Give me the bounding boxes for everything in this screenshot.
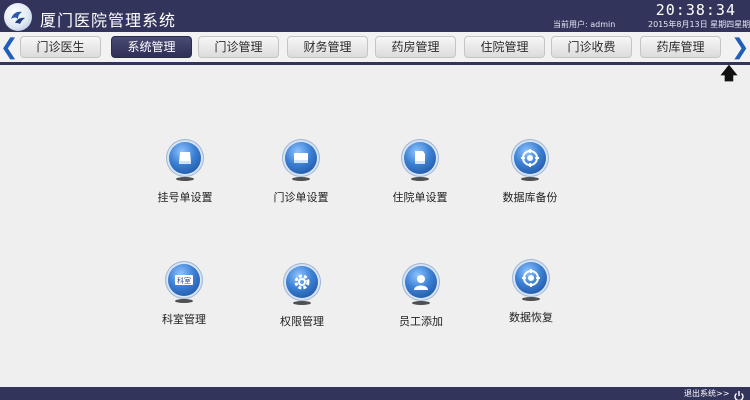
registration-form-icon (169, 142, 201, 174)
function-label: 门诊单设置 (273, 191, 329, 204)
function-label: 数据库备份 (502, 191, 558, 204)
icon-shadow (293, 301, 311, 305)
icon-shadow (411, 177, 429, 181)
function-label: 权限管理 (280, 315, 324, 328)
current-date: 2015年8月13日 星期四星期 (648, 20, 750, 29)
tab-pharmacy-management[interactable]: 药房管理 (375, 36, 456, 58)
database-backup-button[interactable]: 数据库备份 (480, 142, 580, 206)
inpatient-settings-button[interactable]: 住院单设置 (370, 142, 470, 206)
add-staff-button[interactable]: 员工添加 (371, 266, 471, 330)
tab-outpatient-billing[interactable]: 门诊收费 (551, 36, 632, 58)
function-label: 员工添加 (399, 315, 443, 328)
arrow-up-icon[interactable]: 🡅 (719, 65, 739, 83)
icon-shadow (522, 297, 540, 301)
icon-shadow (412, 301, 430, 305)
app-title: 厦门医院管理系统 (40, 11, 177, 30)
permission-gear-icon (286, 266, 318, 298)
status-footer: 退出系统>> (0, 387, 750, 400)
chevron-left-icon[interactable]: ❮ (0, 34, 18, 62)
icon-shadow (176, 177, 194, 181)
app-header: 厦门医院管理系统 20:38:34 当前用户: admin 2015年8月13日… (0, 0, 750, 32)
department-icon-text: 科室 (177, 276, 191, 285)
icon-shadow (292, 177, 310, 181)
department-icon: 科室 (168, 264, 200, 296)
module-tab-bar: ❮ 门诊医生 系统管理 门诊管理 财务管理 药房管理 住院管理 门诊收费 药库管… (0, 32, 750, 65)
tab-system-management[interactable]: 系统管理 (111, 36, 192, 58)
function-label: 数据恢复 (509, 311, 553, 324)
chevron-right-icon[interactable]: ❯ (731, 34, 749, 62)
outpatient-form-icon (285, 142, 317, 174)
power-icon[interactable] (733, 387, 745, 400)
data-restore-button[interactable]: 数据恢复 (481, 262, 581, 326)
tab-inpatient-management[interactable]: 住院管理 (464, 36, 545, 58)
tab-underline (0, 62, 750, 65)
tab-finance-management[interactable]: 财务管理 (287, 36, 368, 58)
clock: 20:38:34 (655, 1, 736, 19)
function-label: 挂号单设置 (157, 191, 213, 204)
outpatient-settings-button[interactable]: 门诊单设置 (251, 142, 351, 206)
current-user: 当前用户: admin (553, 20, 616, 29)
data-restore-icon (515, 262, 547, 294)
tab-outpatient-doctor[interactable]: 门诊医生 (20, 36, 101, 58)
function-label: 科室管理 (162, 313, 206, 326)
tab-drug-store-management[interactable]: 药库管理 (640, 36, 721, 58)
database-backup-icon (514, 142, 546, 174)
inpatient-form-icon (404, 142, 436, 174)
add-staff-icon (405, 266, 437, 298)
icon-shadow (175, 299, 193, 303)
department-management-button[interactable]: 科室 科室管理 (134, 264, 234, 328)
permission-management-button[interactable]: 权限管理 (252, 266, 352, 330)
exit-system-link[interactable]: 退出系统>> (684, 388, 729, 399)
icon-shadow (521, 177, 539, 181)
function-label: 住院单设置 (392, 191, 448, 204)
registration-settings-button[interactable]: 挂号单设置 (135, 142, 235, 206)
tab-outpatient-management[interactable]: 门诊管理 (198, 36, 279, 58)
hospital-logo-icon (4, 3, 32, 31)
